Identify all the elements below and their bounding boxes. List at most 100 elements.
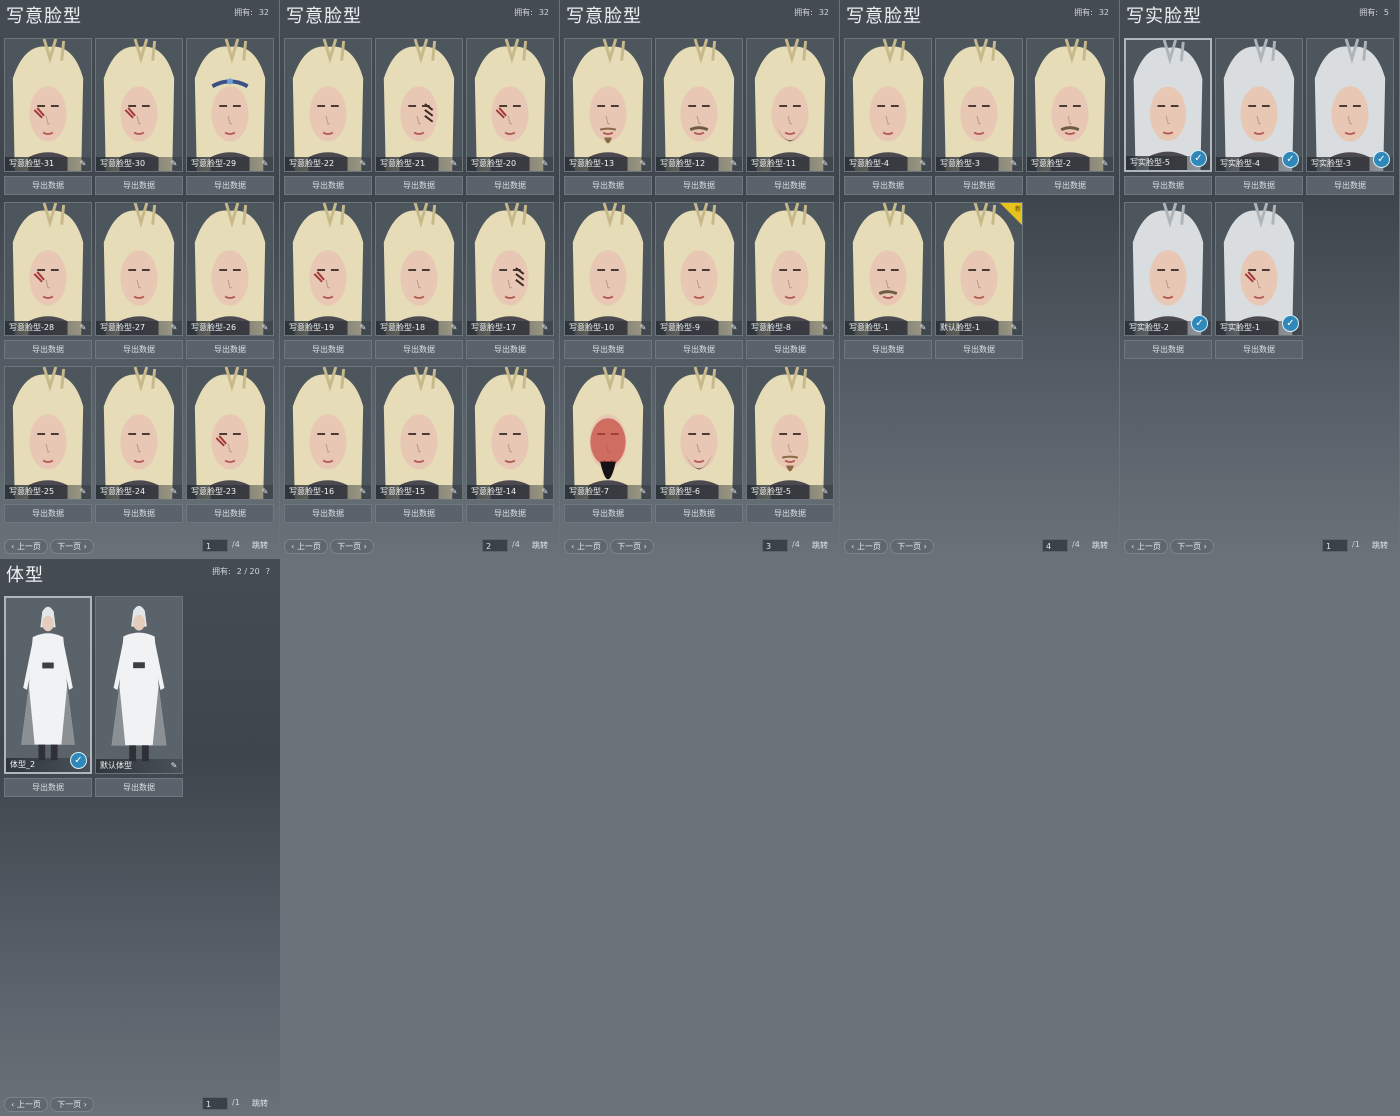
export-data-button[interactable]: 导出数据: [655, 176, 743, 195]
face-type-card[interactable]: 写实脸型-4 ✓: [1215, 38, 1303, 172]
face-type-card[interactable]: 写意脸型-11 ✎: [746, 38, 834, 172]
face-type-card[interactable]: 写实脸型-3 ✓: [1306, 38, 1394, 172]
export-data-button[interactable]: 导出数据: [564, 176, 652, 195]
export-data-button[interactable]: 导出数据: [935, 340, 1023, 359]
pencil-icon[interactable]: ✎: [729, 159, 739, 169]
face-type-card[interactable]: 写意脸型-23 ✎: [186, 366, 274, 500]
pencil-icon[interactable]: ✎: [169, 487, 179, 497]
face-type-card[interactable]: 默认脸型-1 ✎ 新: [935, 202, 1023, 336]
pencil-icon[interactable]: ✎: [169, 761, 179, 771]
face-type-card[interactable]: 写意脸型-4 ✎: [844, 38, 932, 172]
face-type-card[interactable]: 写意脸型-30 ✎: [95, 38, 183, 172]
jump-button[interactable]: 跳转: [1372, 540, 1388, 551]
page-number-input[interactable]: 3: [762, 539, 788, 552]
face-type-card[interactable]: 写意脸型-27 ✎: [95, 202, 183, 336]
pencil-icon[interactable]: ✎: [78, 487, 88, 497]
export-data-button[interactable]: 导出数据: [186, 340, 274, 359]
pencil-icon[interactable]: ✎: [729, 323, 739, 333]
face-type-card[interactable]: 写意脸型-10 ✎: [564, 202, 652, 336]
body-type-card[interactable]: 默认体型 ✎: [95, 596, 183, 774]
pencil-icon[interactable]: ✎: [1009, 159, 1019, 169]
prev-page-button[interactable]: ‹ 上一页: [284, 539, 328, 554]
help-icon[interactable]: ?: [266, 567, 270, 576]
pencil-icon[interactable]: ✎: [820, 323, 830, 333]
next-page-button[interactable]: 下一页 ›: [1170, 539, 1214, 554]
page-number-input[interactable]: 4: [1042, 539, 1068, 552]
export-data-button[interactable]: 导出数据: [4, 176, 92, 195]
export-data-button[interactable]: 导出数据: [95, 176, 183, 195]
export-data-button[interactable]: 导出数据: [4, 340, 92, 359]
pencil-icon[interactable]: ✎: [78, 159, 88, 169]
export-data-button[interactable]: 导出数据: [564, 340, 652, 359]
face-type-card[interactable]: 写意脸型-22 ✎: [284, 38, 372, 172]
face-type-card[interactable]: 写意脸型-17 ✎: [466, 202, 554, 336]
export-data-button[interactable]: 导出数据: [95, 504, 183, 523]
face-type-card[interactable]: 写意脸型-3 ✎: [935, 38, 1023, 172]
export-data-button[interactable]: 导出数据: [1124, 176, 1212, 195]
export-data-button[interactable]: 导出数据: [746, 504, 834, 523]
face-type-card[interactable]: 写实脸型-2 ✓: [1124, 202, 1212, 336]
export-data-button[interactable]: 导出数据: [1306, 176, 1394, 195]
prev-page-button[interactable]: ‹ 上一页: [4, 1097, 48, 1112]
export-data-button[interactable]: 导出数据: [186, 504, 274, 523]
face-type-card[interactable]: 写实脸型-1 ✓: [1215, 202, 1303, 336]
face-type-card[interactable]: 写意脸型-14 ✎: [466, 366, 554, 500]
pencil-icon[interactable]: ✎: [260, 159, 270, 169]
prev-page-button[interactable]: ‹ 上一页: [564, 539, 608, 554]
export-data-button[interactable]: 导出数据: [844, 340, 932, 359]
face-type-card[interactable]: 写意脸型-2 ✎: [1026, 38, 1114, 172]
page-number-input[interactable]: 2: [482, 539, 508, 552]
pencil-icon[interactable]: ✎: [638, 323, 648, 333]
pencil-icon[interactable]: ✎: [638, 159, 648, 169]
pencil-icon[interactable]: ✎: [918, 323, 928, 333]
face-type-card[interactable]: 写意脸型-6 ✎: [655, 366, 743, 500]
export-data-button[interactable]: 导出数据: [935, 176, 1023, 195]
face-type-card[interactable]: 写意脸型-20 ✎: [466, 38, 554, 172]
page-number-input[interactable]: 1: [202, 1097, 228, 1110]
next-page-button[interactable]: 下一页 ›: [50, 539, 94, 554]
pencil-icon[interactable]: ✎: [169, 323, 179, 333]
face-type-card[interactable]: 写实脸型-5 ✓: [1124, 38, 1212, 172]
export-data-button[interactable]: 导出数据: [4, 778, 92, 797]
export-data-button[interactable]: 导出数据: [4, 504, 92, 523]
export-data-button[interactable]: 导出数据: [375, 504, 463, 523]
pencil-icon[interactable]: ✎: [540, 159, 550, 169]
page-number-input[interactable]: 1: [1322, 539, 1348, 552]
export-data-button[interactable]: 导出数据: [655, 340, 743, 359]
pencil-icon[interactable]: ✎: [638, 487, 648, 497]
jump-button[interactable]: 跳转: [812, 540, 828, 551]
export-data-button[interactable]: 导出数据: [746, 176, 834, 195]
face-type-card[interactable]: 写意脸型-29 ✎: [186, 38, 274, 172]
prev-page-button[interactable]: ‹ 上一页: [1124, 539, 1168, 554]
pencil-icon[interactable]: ✎: [78, 323, 88, 333]
prev-page-button[interactable]: ‹ 上一页: [4, 539, 48, 554]
pencil-icon[interactable]: ✎: [449, 323, 459, 333]
next-page-button[interactable]: 下一页 ›: [330, 539, 374, 554]
pencil-icon[interactable]: ✎: [540, 323, 550, 333]
pencil-icon[interactable]: ✎: [540, 487, 550, 497]
export-data-button[interactable]: 导出数据: [375, 176, 463, 195]
face-type-card[interactable]: 写意脸型-18 ✎: [375, 202, 463, 336]
next-page-button[interactable]: 下一页 ›: [610, 539, 654, 554]
jump-button[interactable]: 跳转: [1092, 540, 1108, 551]
export-data-button[interactable]: 导出数据: [1215, 176, 1303, 195]
export-data-button[interactable]: 导出数据: [466, 340, 554, 359]
next-page-button[interactable]: 下一页 ›: [890, 539, 934, 554]
export-data-button[interactable]: 导出数据: [375, 340, 463, 359]
export-data-button[interactable]: 导出数据: [1124, 340, 1212, 359]
export-data-button[interactable]: 导出数据: [746, 340, 834, 359]
next-page-button[interactable]: 下一页 ›: [50, 1097, 94, 1112]
pencil-icon[interactable]: ✎: [358, 159, 368, 169]
body-type-card[interactable]: 体型_2 ✓: [4, 596, 92, 774]
face-type-card[interactable]: 写意脸型-26 ✎: [186, 202, 274, 336]
export-data-button[interactable]: 导出数据: [564, 504, 652, 523]
face-type-card[interactable]: 写意脸型-7 ✎: [564, 366, 652, 500]
jump-button[interactable]: 跳转: [252, 540, 268, 551]
export-data-button[interactable]: 导出数据: [844, 176, 932, 195]
face-type-card[interactable]: 写意脸型-1 ✎: [844, 202, 932, 336]
jump-button[interactable]: 跳转: [532, 540, 548, 551]
export-data-button[interactable]: 导出数据: [284, 340, 372, 359]
pencil-icon[interactable]: ✎: [449, 159, 459, 169]
pencil-icon[interactable]: ✎: [820, 159, 830, 169]
pencil-icon[interactable]: ✎: [260, 487, 270, 497]
